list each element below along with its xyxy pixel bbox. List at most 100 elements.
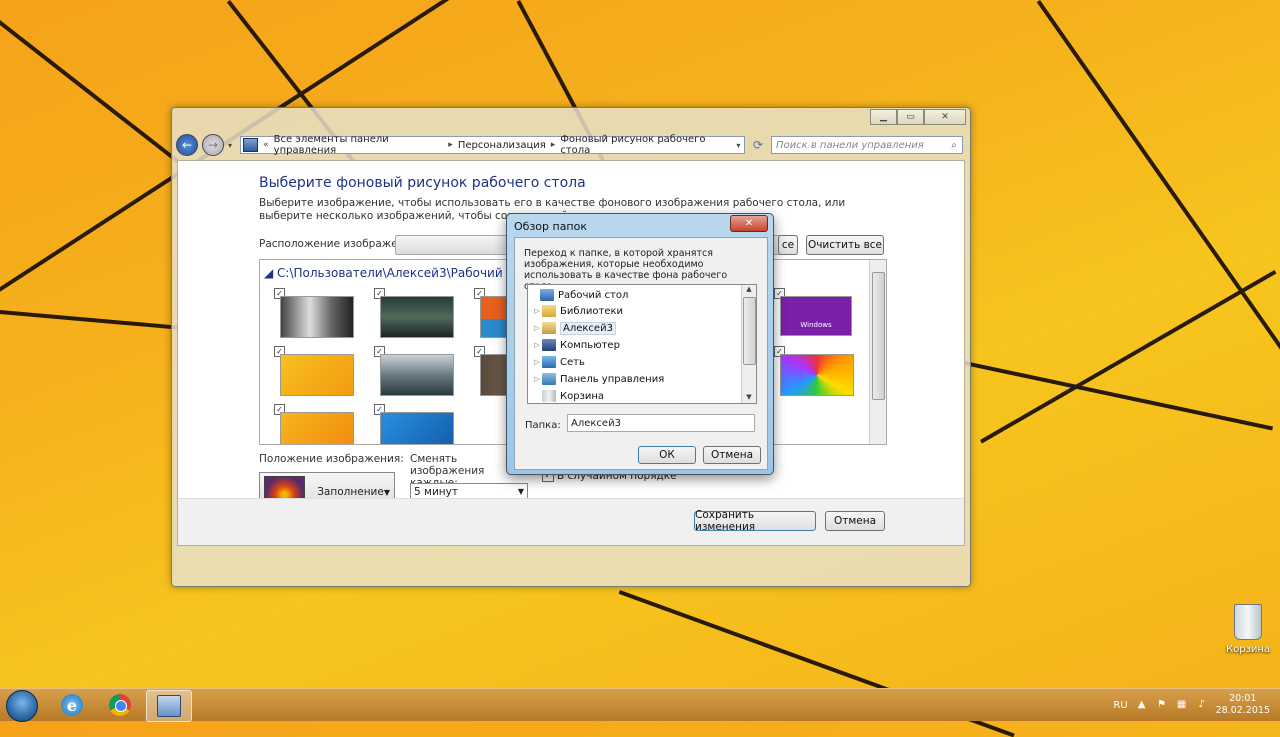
wallpaper-line — [959, 360, 1274, 431]
clear-all-button[interactable]: Очистить все — [806, 235, 884, 255]
control-panel-icon — [542, 373, 556, 385]
scroll-down-icon[interactable]: ▼ — [742, 393, 756, 403]
wallpaper-thumbnail — [280, 354, 354, 396]
tree-item-network[interactable]: ▷ Сеть — [532, 354, 585, 370]
tree-item-desktop[interactable]: Рабочий стол — [530, 287, 628, 303]
search-icon[interactable]: ⌕ — [946, 140, 962, 151]
user-folder-icon — [542, 322, 556, 334]
wallpaper-thumbnail — [780, 354, 854, 396]
wallpaper-line — [1036, 0, 1280, 462]
breadcrumb-overflow-icon[interactable]: « — [263, 140, 269, 150]
taskbar-ie[interactable]: e — [50, 690, 94, 720]
scrollbar-thumb[interactable] — [743, 297, 756, 365]
folder-input[interactable]: Алексей3 — [567, 414, 755, 432]
refresh-button[interactable]: ⟳ — [749, 136, 767, 154]
wallpaper-tile[interactable]: ✓ — [374, 288, 462, 342]
start-button[interactable] — [6, 690, 38, 722]
save-changes-label: Сохранить изменения — [695, 509, 756, 533]
back-button[interactable]: ← — [176, 134, 198, 156]
system-tray: RU ▲ ⚑ ▦ ♪ 20:01 28.02.2015 — [1113, 689, 1280, 721]
tree-item-control-panel[interactable]: ▷ Панель управления — [532, 371, 664, 387]
recycle-bin-icon — [542, 390, 556, 402]
wallpaper-thumbnail — [380, 412, 454, 444]
volume-icon[interactable]: ♪ — [1196, 699, 1208, 711]
expand-icon[interactable]: ▷ — [532, 358, 542, 366]
taskbar-control-panel[interactable] — [146, 690, 192, 722]
breadcrumb-personalization[interactable]: Персонализация — [458, 140, 546, 151]
dialog-cancel-label: Отмена — [710, 449, 754, 461]
clock[interactable]: 20:01 28.02.2015 — [1216, 693, 1270, 717]
wallpaper-tile[interactable]: ✓ — [274, 404, 362, 444]
forward-button[interactable]: → — [202, 134, 224, 156]
tree-item-label: Библиотеки — [560, 305, 624, 317]
recent-pages-dropdown[interactable]: ▾ — [228, 141, 236, 150]
taskbar-chrome[interactable] — [98, 690, 142, 720]
footer-bar: Сохранить изменения Отмена — [178, 498, 964, 545]
scroll-up-icon[interactable]: ▲ — [742, 285, 756, 295]
wallpaper-thumbnail: Windows — [780, 296, 852, 336]
breadcrumb-separator-icon[interactable]: ▸ — [551, 140, 556, 150]
recycle-bin-label: Корзина — [1226, 644, 1271, 655]
cancel-button[interactable]: Отмена — [825, 511, 885, 531]
tree-item-libraries[interactable]: ▷ Библиотеки — [532, 303, 623, 319]
save-changes-button[interactable]: Сохранить изменения — [694, 509, 816, 533]
wallpaper-tile[interactable]: ✓ — [274, 346, 362, 400]
wallpaper-thumbnail — [280, 296, 354, 338]
browse-folder-dialog: Обзор папок ✕ Переход к папке, в которой… — [506, 213, 774, 475]
maximize-button[interactable]: ▭ — [897, 109, 924, 125]
breadcrumb-desktop-background[interactable]: Фоновый рисунок рабочего стола — [560, 134, 727, 156]
wallpaper-line — [0, 310, 180, 330]
ok-button[interactable]: ОК — [638, 446, 696, 464]
search-input[interactable]: Поиск в панели управления ⌕ — [771, 136, 963, 154]
show-hidden-icons-icon[interactable]: ▲ — [1136, 699, 1148, 711]
expand-icon[interactable]: ▷ — [532, 341, 542, 349]
tree-item-recycle-bin[interactable]: Корзина — [532, 388, 604, 403]
wallpaper-tile[interactable]: ✓ — [374, 346, 462, 400]
network-icon — [542, 356, 556, 368]
clock-time: 20:01 — [1229, 693, 1257, 704]
expand-icon[interactable]: ▷ — [532, 307, 542, 315]
windows-logo-text: Windows — [800, 321, 832, 329]
tree-item-label: Панель управления — [560, 373, 665, 385]
wallpaper-tile[interactable]: ✓ Windows — [774, 288, 862, 342]
close-button[interactable]: ✕ — [924, 109, 966, 125]
dialog-cancel-button[interactable]: Отмена — [703, 446, 761, 464]
position-value: Заполнение — [317, 486, 384, 498]
dialog-close-button[interactable]: ✕ — [730, 215, 768, 232]
collapse-icon[interactable]: ◢ — [264, 266, 277, 280]
address-dropdown-icon[interactable]: ▾ — [733, 141, 744, 150]
wallpaper-thumbnail — [280, 412, 354, 444]
desktop-recycle-bin[interactable]: Корзина — [1226, 604, 1270, 655]
gallery-group-header[interactable]: ◢ C:\Пользователи\Алексей3\Рабочий стол — [264, 266, 535, 280]
chevron-down-icon: ▼ — [383, 487, 390, 497]
window-controls: ▁ ▭ ✕ — [870, 109, 966, 125]
folder-value: Алексей3 — [571, 417, 621, 429]
cancel-label: Отмена — [833, 515, 877, 527]
network-icon[interactable]: ▦ — [1176, 699, 1188, 711]
wallpaper-tile[interactable]: ✓ — [274, 288, 362, 342]
tree-scrollbar[interactable]: ▲ ▼ — [741, 285, 756, 403]
dialog-title: Обзор папок — [514, 220, 587, 233]
page-title: Выберите фоновый рисунок рабочего стола — [259, 175, 586, 191]
tree-item-label: Алексей3 — [560, 321, 616, 335]
wallpaper-tile[interactable]: ✓ — [774, 346, 862, 400]
action-center-flag-icon[interactable]: ⚑ — [1156, 699, 1168, 711]
address-bar[interactable]: « Все элементы панели управления ▸ Персо… — [240, 134, 745, 156]
browse-button[interactable]: се — [778, 235, 798, 255]
taskbar: e RU ▲ ⚑ ▦ ♪ 20:01 28.02.2015 — [0, 688, 1280, 722]
scrollbar-thumb[interactable] — [872, 272, 885, 400]
recycle-bin-icon — [1234, 604, 1262, 640]
breadcrumb-separator-icon[interactable]: ▸ — [448, 140, 453, 150]
tree-item-computer[interactable]: ▷ Компьютер — [532, 337, 620, 353]
control-panel-icon — [157, 695, 181, 717]
gallery-scrollbar[interactable] — [869, 260, 886, 444]
expand-icon[interactable]: ▷ — [532, 375, 542, 383]
wallpaper-tile[interactable]: ✓ — [374, 404, 462, 444]
language-indicator[interactable]: RU — [1113, 700, 1127, 711]
tree-item-label: Рабочий стол — [558, 289, 629, 301]
minimize-button[interactable]: ▁ — [870, 109, 897, 125]
tree-item-label: Компьютер — [560, 339, 620, 351]
expand-icon[interactable]: ▷ — [532, 324, 542, 332]
tree-item-user[interactable]: ▷ Алексей3 — [532, 320, 616, 336]
breadcrumb-all-items[interactable]: Все элементы панели управления — [274, 134, 444, 156]
